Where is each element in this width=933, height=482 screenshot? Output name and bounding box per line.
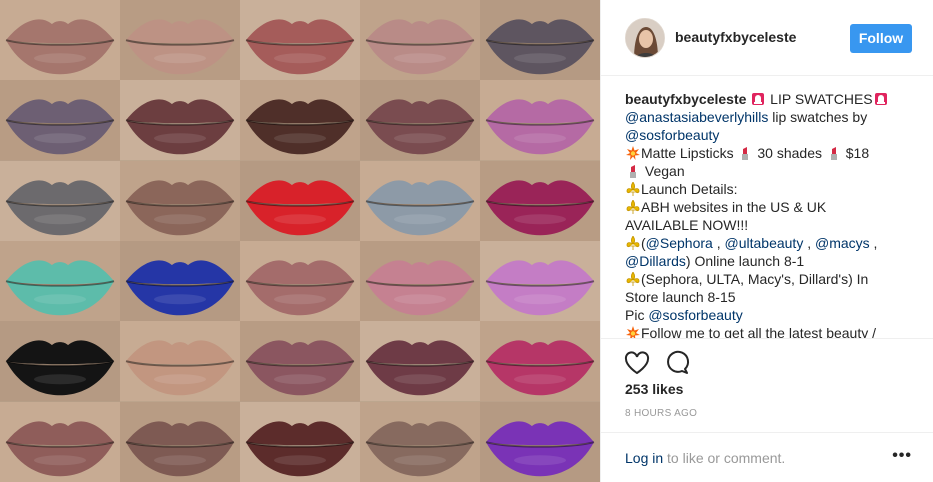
caption-text: Store launch 8-15 (625, 289, 736, 305)
caption-text: (Sephora, ULTA, Macy's, Dillard's) In (641, 271, 869, 287)
comment-bubble-icon[interactable] (663, 349, 691, 377)
avatar[interactable] (625, 18, 665, 58)
login-link[interactable]: Log in (625, 450, 663, 466)
mention-link[interactable]: @Sephora (646, 235, 713, 251)
siren-emoji (751, 92, 765, 106)
mention-link[interactable]: @ultabeauty (725, 235, 804, 251)
post-header: beautyfxbyceleste Follow (601, 0, 933, 76)
caption-text: $18 (841, 145, 870, 161)
login-prompt: Log in to like or comment. (625, 450, 785, 466)
caption-text: , (803, 235, 815, 251)
mention-link[interactable]: @macys (815, 235, 870, 251)
fleur-de-lis-emoji (626, 181, 640, 196)
instagram-post: beautyfxbyceleste Follow beautyfxbyceles… (0, 0, 933, 482)
caption-line: Launch Details: (625, 180, 915, 198)
fleur-de-lis-emoji (626, 199, 640, 214)
comment-bar: Log in to like or comment. ••• (601, 432, 933, 482)
caption-line: ABH websites in the US & UK (625, 198, 915, 216)
lip-swatch (480, 160, 600, 241)
fleur-de-lis-emoji (626, 271, 640, 286)
caption-text: Pic (625, 307, 649, 323)
caption-line: Vegan (625, 162, 915, 180)
lip-swatch (240, 321, 360, 402)
caption-line: beautyfxbyceleste LIP SWATCHES (625, 90, 915, 108)
lip-swatch (120, 0, 240, 81)
login-prompt-text: to like or comment. (663, 450, 786, 466)
caption-line: Follow me to get all the latest beauty / (625, 324, 915, 338)
heart-icon[interactable] (623, 349, 651, 377)
likes-count[interactable]: 253 likes (625, 381, 683, 397)
post-photo-lip-swatches[interactable] (0, 0, 600, 482)
caption-line: AVAILABLE NOW!!! (625, 216, 915, 234)
header-username[interactable]: beautyfxbyceleste (675, 29, 796, 45)
lip-swatch (360, 321, 480, 402)
mention-link[interactable]: @sosforbeauty (648, 307, 742, 323)
mention-link[interactable]: @sosforbeauty (625, 127, 719, 143)
follow-button[interactable]: Follow (850, 24, 912, 53)
caption-text: LIP SWATCHES (766, 91, 873, 107)
caption-text: Vegan (641, 163, 685, 179)
caption-text: Matte Lipsticks (641, 145, 738, 161)
siren-emoji (874, 92, 888, 106)
lip-swatch (240, 160, 360, 241)
lip-swatch (480, 80, 600, 161)
caption-line: @sosforbeauty (625, 126, 915, 144)
lip-swatch (0, 80, 120, 161)
lip-swatch (360, 401, 480, 482)
lip-swatch (0, 241, 120, 322)
lip-swatch (0, 321, 120, 402)
caption-line: @Dillards) Online launch 8-1 (625, 252, 915, 270)
caption-line: (@Sephora , @ultabeauty , @macys , (625, 234, 915, 252)
caption-text: Launch Details: (641, 181, 738, 197)
post-actions: 253 likes 8 HOURS AGO (601, 338, 933, 438)
caption-text: AVAILABLE NOW!!! (625, 217, 749, 233)
caption-text: 30 shades (753, 145, 826, 161)
lip-swatch (360, 241, 480, 322)
caption-line: @anastasiabeverlyhills lip swatches by (625, 108, 915, 126)
lip-swatch (480, 401, 600, 482)
lip-swatch (120, 80, 240, 161)
lipstick-emoji (827, 146, 841, 160)
caption-text: ) Online launch 8-1 (685, 253, 805, 269)
lip-swatch (240, 401, 360, 482)
lip-swatch (120, 241, 240, 322)
collision-emoji (626, 326, 640, 338)
caption-line: Store launch 8-15 (625, 288, 915, 306)
post-side-panel: beautyfxbyceleste Follow beautyfxbyceles… (600, 0, 933, 482)
lip-swatch (120, 160, 240, 241)
lip-swatch (120, 401, 240, 482)
caption-line: (Sephora, ULTA, Macy's, Dillard's) In (625, 270, 915, 288)
caption-line: Pic @sosforbeauty (625, 306, 915, 324)
lip-swatch (240, 0, 360, 81)
lip-swatch (360, 160, 480, 241)
caption-line: Matte Lipsticks 30 shades $18 (625, 144, 915, 162)
caption-text: , (869, 235, 878, 251)
lip-swatch (0, 160, 120, 241)
caption-text: Follow me to get all the latest beauty / (641, 325, 877, 338)
lip-swatch (360, 0, 480, 81)
lip-swatch (0, 401, 120, 482)
lip-swatch (360, 80, 480, 161)
caption-text: ABH websites in the US & UK (641, 199, 827, 215)
lipstick-emoji (626, 164, 640, 178)
caption-text: , (712, 235, 725, 251)
caption-username[interactable]: beautyfxbyceleste (625, 91, 746, 107)
collision-emoji (626, 146, 640, 160)
caption-text: lip swatches by (768, 109, 868, 125)
lip-swatch (240, 241, 360, 322)
lip-swatch (240, 80, 360, 161)
more-options-icon[interactable]: ••• (892, 447, 912, 465)
post-caption: beautyfxbyceleste LIP SWATCHES @anastasi… (625, 90, 915, 338)
lip-swatch (0, 0, 120, 81)
lipstick-emoji (738, 146, 752, 160)
lip-swatch (480, 0, 600, 81)
fleur-de-lis-emoji (626, 235, 640, 250)
lip-swatch (480, 321, 600, 402)
lip-swatch (480, 241, 600, 322)
post-timestamp[interactable]: 8 HOURS AGO (625, 408, 697, 419)
lip-swatch (120, 321, 240, 402)
mention-link[interactable]: @Dillards (625, 253, 686, 269)
mention-link[interactable]: @anastasiabeverlyhills (625, 109, 768, 125)
